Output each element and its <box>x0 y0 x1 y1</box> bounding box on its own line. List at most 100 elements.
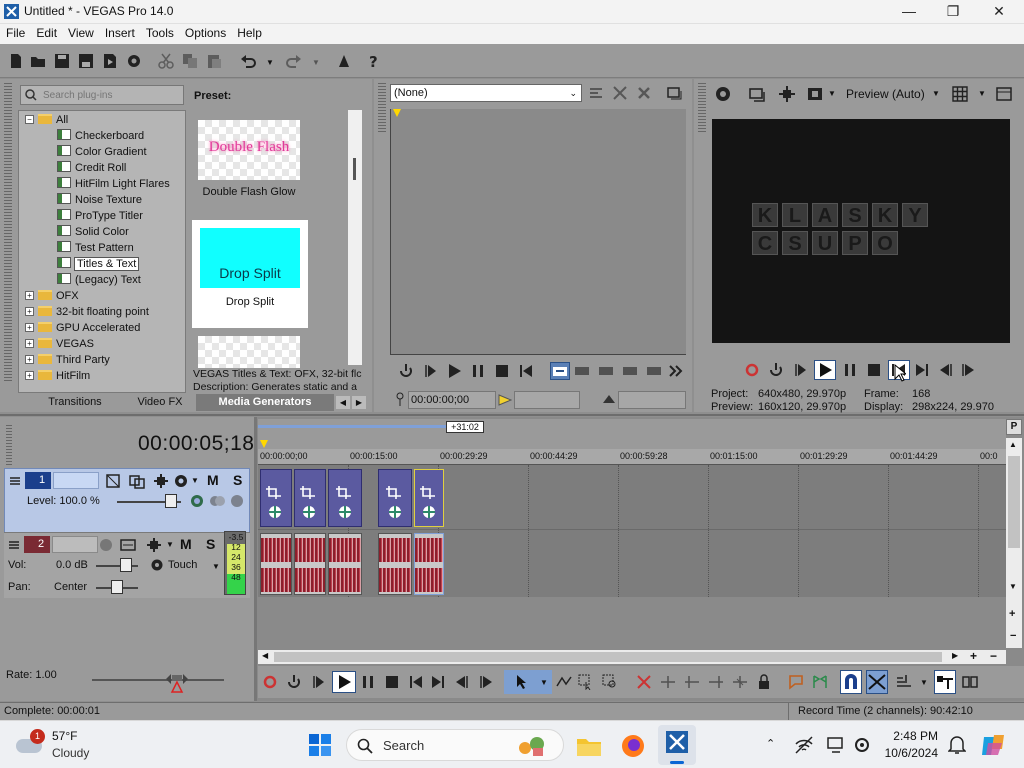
record-button-icon[interactable] <box>262 674 278 690</box>
collapse-track-icon[interactable] <box>9 475 21 487</box>
trimmer-add-to-timeline-button[interactable] <box>550 362 570 380</box>
split-icon[interactable] <box>732 674 748 690</box>
clip-event-fx-icon[interactable] <box>334 484 356 524</box>
search-box[interactable] <box>20 85 184 105</box>
expand-toggle-icon[interactable]: − <box>25 115 34 124</box>
network-offline-icon[interactable] <box>794 735 814 755</box>
menu-options[interactable]: Options <box>179 24 231 40</box>
copilot-icon[interactable] <box>980 731 1008 759</box>
parent-motion-icon[interactable] <box>229 493 245 509</box>
timeline-previous-frame-icon[interactable] <box>454 674 470 690</box>
panel-divider[interactable] <box>0 414 1024 416</box>
touch-automation-dropdown[interactable]: Touch <box>168 559 197 571</box>
loop-region-bar[interactable] <box>258 425 448 428</box>
preview-loop-icon[interactable] <box>768 362 784 378</box>
more-icon[interactable] <box>668 363 684 379</box>
empty-track-area[interactable] <box>258 597 1006 649</box>
scroll-right-icon[interactable]: ▶ <box>952 651 958 660</box>
new-project-icon[interactable] <box>8 53 24 69</box>
video-mute-button[interactable]: M <box>207 472 219 488</box>
maximize-button[interactable]: ❐ <box>930 0 976 24</box>
minimize-button[interactable]: — <box>886 0 932 24</box>
tab-scroll-right-icon[interactable]: ▶ <box>352 396 366 409</box>
overlays-icon[interactable] <box>806 85 824 103</box>
tree-folder[interactable]: +32-bit floating point <box>25 305 149 321</box>
expand-toggle-icon[interactable]: + <box>25 371 34 380</box>
open-project-icon[interactable] <box>30 53 46 69</box>
scroll-down-icon[interactable]: ▼ <box>1009 582 1017 591</box>
audio-track-number[interactable]: 2 <box>24 536 50 553</box>
menu-view[interactable]: View <box>62 24 99 40</box>
trim-start-icon[interactable] <box>684 674 700 690</box>
edit-tool-dropdown-icon[interactable]: ▼ <box>540 678 548 687</box>
rate-slider[interactable] <box>92 679 224 681</box>
preview-play-from-start-icon[interactable] <box>792 362 808 378</box>
menu-file[interactable]: File <box>0 24 30 40</box>
touch-automation-gear-icon[interactable] <box>150 558 164 572</box>
tab-video-fx[interactable]: Video FX <box>128 394 192 411</box>
make-compositing-parent-icon[interactable] <box>209 493 225 509</box>
time-ruler[interactable]: 00:00:00;00 00:00:15:00 00:00:29:29 00:00:4… <box>258 449 1006 465</box>
track-fx-icon[interactable] <box>129 473 145 489</box>
trimmer-copy-frame-icon[interactable] <box>666 85 682 101</box>
arm-record-icon[interactable] <box>100 539 112 551</box>
stop-icon[interactable] <box>494 363 510 379</box>
trimmer-marker-icon[interactable] <box>588 85 604 101</box>
clip-event-fx-icon[interactable] <box>384 484 406 524</box>
track-list-splitter[interactable] <box>254 417 257 701</box>
overlays-dropdown-icon[interactable]: ▼ <box>828 89 836 98</box>
overwrite-icon[interactable] <box>646 363 662 379</box>
trimmer-length-field[interactable] <box>514 391 580 409</box>
horizontal-scrollbar[interactable]: ◀ ▶ + − <box>258 649 1006 664</box>
tree-plugin[interactable]: Solid Color <box>57 225 129 241</box>
snapping-button[interactable] <box>840 670 862 694</box>
loop-icon[interactable] <box>398 363 414 379</box>
audio-clip[interactable] <box>328 533 362 595</box>
video-level-slider-thumb[interactable] <box>165 494 177 508</box>
rate-slider-thumb-icon[interactable] <box>164 669 190 695</box>
collapse-audio-track-icon[interactable] <box>8 539 20 551</box>
tree-plugin[interactable]: ProType Titler <box>57 209 143 225</box>
touch-chevron-down-icon[interactable]: ▼ <box>212 562 220 571</box>
insert-before-icon[interactable] <box>574 363 590 379</box>
audio-clip[interactable] <box>378 533 412 595</box>
horizontal-scroll-thumb[interactable] <box>274 652 942 662</box>
insert-marker-icon[interactable] <box>788 674 804 690</box>
notification-bell-icon[interactable] <box>948 735 966 755</box>
audio-fx-icon[interactable] <box>120 537 136 553</box>
trimmer-out-field[interactable] <box>618 391 686 409</box>
copy-icon[interactable] <box>182 53 198 69</box>
taskbar-date[interactable]: 10/6/2024 <box>880 746 938 760</box>
next-frame-icon[interactable] <box>960 362 976 378</box>
play-from-start-icon[interactable] <box>422 363 438 379</box>
expand-toggle-icon[interactable]: + <box>25 291 34 300</box>
scroll-left-icon[interactable]: ◀ <box>262 651 268 660</box>
tree-folder[interactable]: + HitFilm <box>25 369 90 385</box>
audio-track-header[interactable]: 2 ▼ M S Vol: 0.0 dB Touch ▼ Pan: Center … <box>4 531 250 598</box>
tree-plugin[interactable]: Checkerboard <box>57 129 144 145</box>
vegas-taskbar-button[interactable] <box>658 725 696 765</box>
trimmer-display[interactable] <box>390 109 686 355</box>
audio-track-name-field[interactable] <box>52 536 98 553</box>
search-input[interactable] <box>43 88 179 102</box>
tree-plugin[interactable]: Test Pattern <box>57 241 134 257</box>
menu-insert[interactable]: Insert <box>99 24 140 40</box>
windows-start-icon[interactable] <box>308 733 332 757</box>
zoom-in-horizontal-icon[interactable]: + <box>970 649 977 663</box>
audio-clip-selected[interactable] <box>414 533 444 595</box>
zoom-in-vertical-icon[interactable]: + <box>1009 608 1015 620</box>
insert-region-icon[interactable] <box>812 674 828 690</box>
weather-widget[interactable]: 1 <box>16 729 46 759</box>
trimmer-close-icon[interactable] <box>636 85 652 101</box>
help-icon[interactable]: ? <box>366 53 382 69</box>
previous-frame-icon[interactable] <box>938 362 954 378</box>
tree-plugin[interactable]: HitFilm Light Flares <box>57 177 170 193</box>
show-hidden-icons-icon[interactable]: ⌃ <box>766 737 775 750</box>
menu-edit[interactable]: Edit <box>30 24 62 40</box>
fit-to-fill-icon[interactable] <box>622 363 638 379</box>
timeline-play-from-start-icon[interactable] <box>310 674 326 690</box>
weather-temp[interactable]: 57°F <box>52 729 77 743</box>
audio-clip[interactable] <box>260 533 292 595</box>
tab-transitions[interactable]: Transitions <box>40 394 110 411</box>
taskbar-time[interactable]: 2:48 PM <box>886 729 938 743</box>
